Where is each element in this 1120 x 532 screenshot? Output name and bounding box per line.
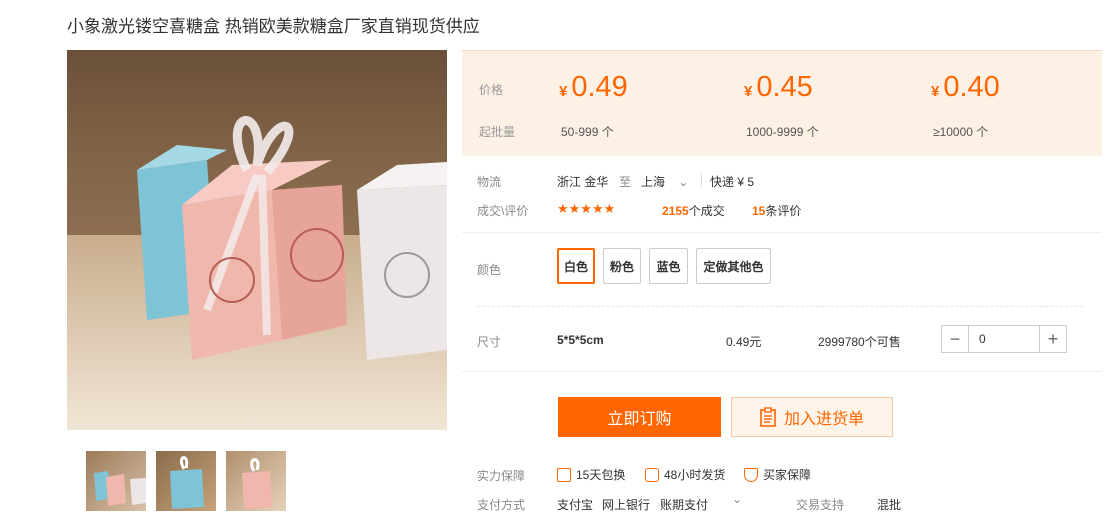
guarantee-item-exchange[interactable]: 15天包换: [557, 466, 625, 483]
currency-symbol: ¥: [559, 83, 568, 100]
payment-credit: 账期支付: [660, 498, 709, 512]
color-option-custom[interactable]: 定做其他色: [696, 248, 771, 284]
color-option-white[interactable]: 白色: [557, 248, 595, 284]
ship-to-select[interactable]: 上海 ⌄: [641, 173, 688, 190]
add-to-cart-label: 加入进货单: [783, 411, 864, 428]
thumbnail-image: [170, 456, 204, 509]
quantity-input[interactable]: 0: [969, 326, 1039, 352]
price-value: 0.45: [756, 71, 813, 103]
price-panel: 价格 起批量 ¥0.49 ¥0.45 ¥0.40 50-999 个 1000-9…: [462, 50, 1102, 156]
guarantee-item-shipping[interactable]: 48小时发货: [645, 466, 725, 483]
ship-to-word: 至: [619, 175, 632, 189]
guarantee-text: 15天包换: [576, 468, 626, 482]
guarantee-label: 实力保障: [477, 469, 526, 483]
thumbnail-1[interactable]: [86, 451, 146, 511]
trade-support-label: 交易支持: [796, 498, 845, 512]
thumbnail-strip: [86, 451, 286, 511]
deals-label: 成交\评价: [477, 204, 529, 218]
review-suffix: 条评价: [765, 204, 802, 218]
currency-symbol: ¥: [744, 83, 753, 100]
color-label: 颜色: [477, 263, 502, 277]
unit-price: 0.49元: [726, 335, 762, 349]
min-qty-label: 起批量: [479, 125, 516, 139]
size-label: 尺寸: [477, 335, 502, 349]
guarantee-text: 买家保障: [763, 468, 812, 482]
rating-stars: ★★★★★: [557, 201, 616, 216]
deals-link[interactable]: 2155个成交: [662, 202, 725, 219]
ship-to-city: 上海: [641, 175, 666, 189]
price-value: 0.49: [571, 71, 628, 103]
product-main-image[interactable]: [67, 50, 447, 430]
logistics-label: 物流: [477, 175, 502, 189]
reviews-link[interactable]: 15条评价: [752, 202, 801, 219]
qty-tier-3: ≥10000 个: [933, 125, 989, 139]
payment-alipay: 支付宝: [557, 498, 594, 512]
guarantee-item-buyer[interactable]: 买家保障: [744, 466, 811, 483]
review-count: 15: [752, 204, 766, 218]
increase-button[interactable]: +: [1039, 326, 1066, 352]
payment-bank: 网上银行: [602, 498, 651, 512]
deals-count: 2155: [662, 204, 689, 218]
price-value: 0.40: [943, 71, 1000, 103]
product-photo: [67, 50, 447, 430]
thumbnail-2[interactable]: [156, 451, 216, 511]
qty-tier-1: 50-999 个: [561, 125, 614, 139]
price-tier-3: ¥0.40: [931, 71, 1000, 104]
divider: [462, 232, 1102, 233]
divider: [462, 371, 1102, 372]
thumbnail-image: [242, 458, 272, 509]
payment-label: 支付方式: [477, 498, 526, 512]
decrease-button[interactable]: −: [942, 326, 969, 352]
price-tier-1: ¥0.49: [559, 71, 628, 104]
stock-available: 2999780个可售: [818, 335, 901, 349]
clock-icon: [645, 467, 659, 482]
shipping-fee: 快递 ¥ 5: [710, 175, 755, 189]
deals-suffix: 个成交: [688, 204, 725, 218]
calendar-icon: [557, 467, 571, 482]
chevron-down-icon[interactable]: ⌄: [732, 492, 742, 506]
divider: [701, 173, 702, 187]
guarantee-text: 48小时发货: [664, 468, 726, 482]
thumbnail-image: [94, 471, 146, 506]
price-tier-2: ¥0.45: [744, 71, 813, 104]
price-label: 价格: [479, 83, 504, 97]
currency-symbol: ¥: [931, 83, 940, 100]
buy-now-button[interactable]: 立即订购: [558, 397, 721, 437]
color-option-pink[interactable]: 粉色: [603, 248, 641, 284]
qty-tier-2: 1000-9999 个: [746, 125, 819, 139]
clipboard-icon: [760, 407, 776, 427]
quantity-stepper: − 0 +: [941, 325, 1067, 353]
shield-icon: [744, 467, 758, 482]
trade-support-value: 混批: [877, 498, 902, 512]
chevron-down-icon: ⌄: [678, 175, 689, 189]
color-option-blue[interactable]: 蓝色: [649, 248, 688, 284]
thumbnail-3[interactable]: [226, 451, 286, 511]
add-to-cart-button[interactable]: 加入进货单: [731, 397, 893, 437]
divider: [477, 306, 1083, 307]
product-title: 小象激光镂空喜糖盒 热销欧美款糖盒厂家直销现货供应: [67, 17, 480, 36]
size-value: 5*5*5cm: [557, 333, 604, 347]
ship-from: 浙江 金华: [557, 175, 609, 189]
